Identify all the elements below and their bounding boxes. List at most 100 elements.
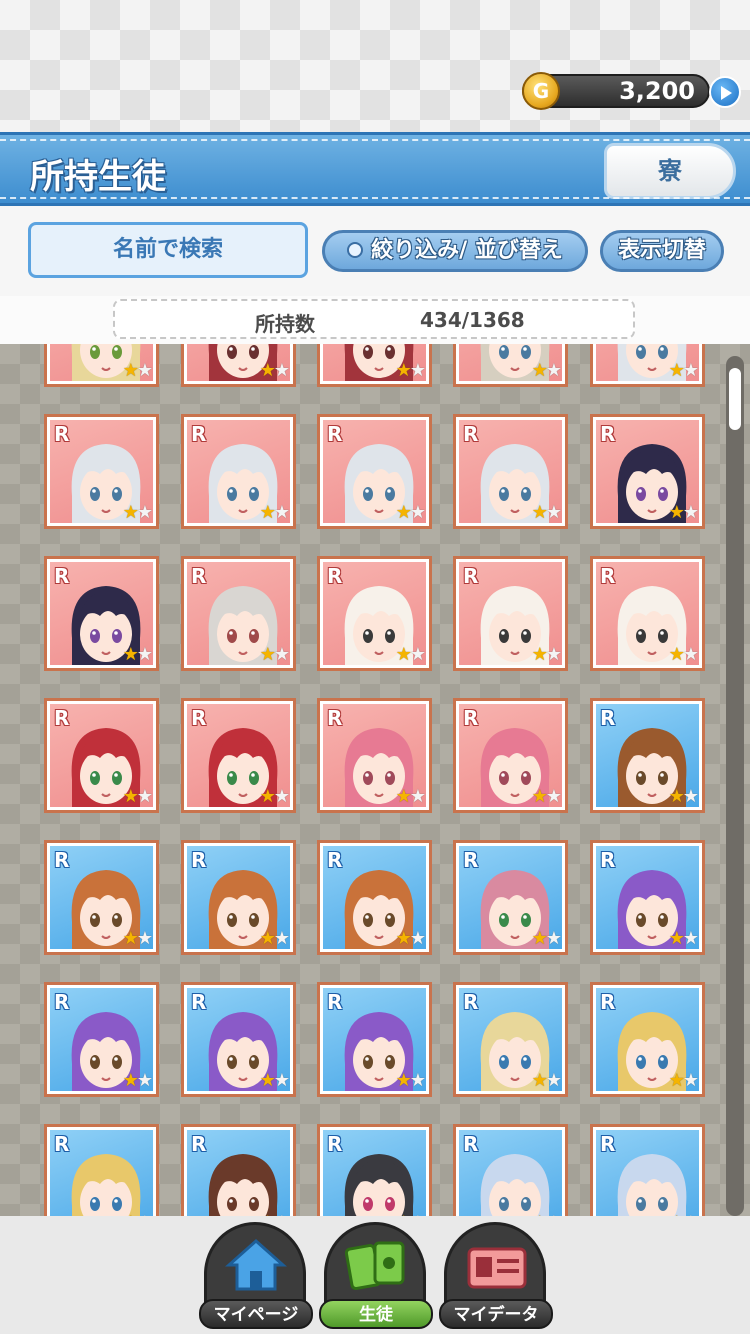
- student-card[interactable]: R★★: [317, 414, 432, 529]
- student-card[interactable]: R★★: [44, 982, 159, 1097]
- star-rating: ★★: [669, 928, 699, 949]
- student-card[interactable]: R★★: [44, 1124, 159, 1216]
- filter-dot-icon: [347, 241, 364, 258]
- student-card[interactable]: R★★: [590, 698, 705, 813]
- star-rating: ★★: [669, 1070, 699, 1091]
- student-card[interactable]: R★★: [317, 1124, 432, 1216]
- student-card[interactable]: R★★: [44, 698, 159, 813]
- card-art: R ★★: [596, 704, 699, 807]
- count-value: 434/1368: [420, 308, 525, 332]
- star-empty-icon: ★: [682, 502, 699, 523]
- student-card[interactable]: R★★: [44, 414, 159, 529]
- search-by-name-button[interactable]: 名前で検索: [28, 222, 308, 278]
- star-rating: ★★: [260, 644, 290, 665]
- star-rating: ★★: [260, 360, 290, 381]
- star-empty-icon: ★: [409, 786, 426, 807]
- dorm-button[interactable]: 寮: [604, 143, 736, 199]
- student-grid[interactable]: R★★R★★R★★R★★R★★R★★R★★R★★R★★R★★R★★R★★R★★R…: [0, 344, 750, 1216]
- student-card[interactable]: R★★: [590, 556, 705, 671]
- star-empty-icon: ★: [136, 786, 153, 807]
- card-art: R ★★: [323, 988, 426, 1091]
- student-card[interactable]: R★★: [44, 556, 159, 671]
- student-card[interactable]: R★★: [453, 344, 568, 387]
- star-empty-icon: ★: [409, 1070, 426, 1091]
- star-rating: ★★: [123, 360, 153, 381]
- star-filled-icon: ★: [395, 928, 412, 949]
- star-empty-icon: ★: [683, 1212, 699, 1216]
- star-rating: ★★: [396, 1212, 426, 1216]
- student-card[interactable]: R★★: [317, 840, 432, 955]
- star-rating: ★★: [396, 786, 426, 807]
- student-card[interactable]: R★★: [181, 1124, 296, 1216]
- student-card[interactable]: R★★: [181, 344, 296, 387]
- star-filled-icon: ★: [122, 786, 139, 807]
- student-card[interactable]: R★★: [590, 414, 705, 529]
- card-art: R ★★: [50, 988, 153, 1091]
- rarity-label: R: [600, 990, 616, 1014]
- coin-add-button[interactable]: [709, 76, 741, 108]
- nav-mydata[interactable]: マイデータ: [439, 1222, 553, 1329]
- star-empty-icon: ★: [273, 786, 290, 807]
- star-empty-icon: ★: [273, 360, 290, 381]
- filter-sort-button[interactable]: 絞り込み/ 並び替え: [322, 230, 588, 272]
- star-rating: ★★: [123, 1070, 153, 1091]
- star-rating: ★★: [395, 360, 426, 381]
- rarity-label: R: [463, 706, 479, 730]
- student-card[interactable]: R★★: [181, 982, 296, 1097]
- scrollbar[interactable]: [726, 356, 744, 1216]
- star-empty-icon: ★: [545, 928, 562, 949]
- rarity-label: R: [191, 706, 207, 730]
- card-art: R ★★: [50, 420, 153, 523]
- star-filled-icon: ★: [668, 644, 685, 665]
- student-card[interactable]: R★★: [317, 344, 432, 387]
- star-empty-icon: ★: [545, 786, 562, 807]
- count-strip: 所持数 434/1368: [0, 296, 750, 344]
- star-rating: ★★: [260, 1212, 290, 1216]
- star-rating: ★★: [531, 786, 562, 807]
- student-card[interactable]: R★★: [181, 840, 296, 955]
- student-card[interactable]: R★★: [590, 1124, 705, 1216]
- student-card[interactable]: R★★: [44, 344, 159, 387]
- student-card[interactable]: R★★: [453, 414, 568, 529]
- display-toggle-button[interactable]: 表示切替: [600, 230, 724, 272]
- nav-students[interactable]: 生徒: [319, 1222, 433, 1329]
- star-empty-icon: ★: [545, 1070, 562, 1091]
- nav-mypage[interactable]: マイページ: [199, 1222, 313, 1329]
- student-card[interactable]: R★★: [590, 840, 705, 955]
- star-rating: ★★: [532, 360, 562, 381]
- student-card[interactable]: R★★: [317, 982, 432, 1097]
- star-filled-icon: ★: [396, 1212, 412, 1216]
- student-card[interactable]: R★★: [453, 556, 568, 671]
- card-art: R ★★: [323, 420, 426, 523]
- student-card[interactable]: R★★: [590, 344, 705, 387]
- student-card[interactable]: R★★: [44, 840, 159, 955]
- rarity-label: R: [600, 422, 616, 446]
- star-filled-icon: ★: [395, 360, 412, 381]
- student-card[interactable]: R★★: [317, 698, 432, 813]
- student-card[interactable]: R★★: [181, 556, 296, 671]
- star-filled-icon: ★: [531, 786, 548, 807]
- star-filled-icon: ★: [395, 502, 412, 523]
- coin-value: 3,200: [619, 77, 695, 105]
- card-art: R ★★: [323, 846, 426, 949]
- scrollbar-thumb[interactable]: [729, 368, 741, 430]
- star-rating: ★★: [123, 1212, 153, 1216]
- student-portrait-icon: [208, 1154, 278, 1216]
- nav-students-label: 生徒: [319, 1299, 433, 1329]
- student-card[interactable]: R★★: [181, 414, 296, 529]
- star-rating: ★★: [395, 502, 426, 523]
- student-card[interactable]: R ★★: [181, 698, 296, 813]
- student-card[interactable]: R ★★: [590, 982, 705, 1097]
- card-art: R ★★: [50, 704, 153, 807]
- rarity-label: R: [54, 422, 70, 446]
- star-empty-icon: ★: [274, 1212, 290, 1216]
- student-card[interactable]: R ★★: [453, 698, 568, 813]
- student-portrait-icon: [480, 1154, 550, 1216]
- star-rating: ★★: [260, 786, 290, 807]
- student-card[interactable]: R★★: [453, 840, 568, 955]
- student-card[interactable]: R★★: [317, 556, 432, 671]
- card-art: R ★★: [459, 420, 562, 523]
- star-filled-icon: ★: [395, 644, 412, 665]
- student-card[interactable]: R★★: [453, 1124, 568, 1216]
- student-card[interactable]: R★★: [453, 982, 568, 1097]
